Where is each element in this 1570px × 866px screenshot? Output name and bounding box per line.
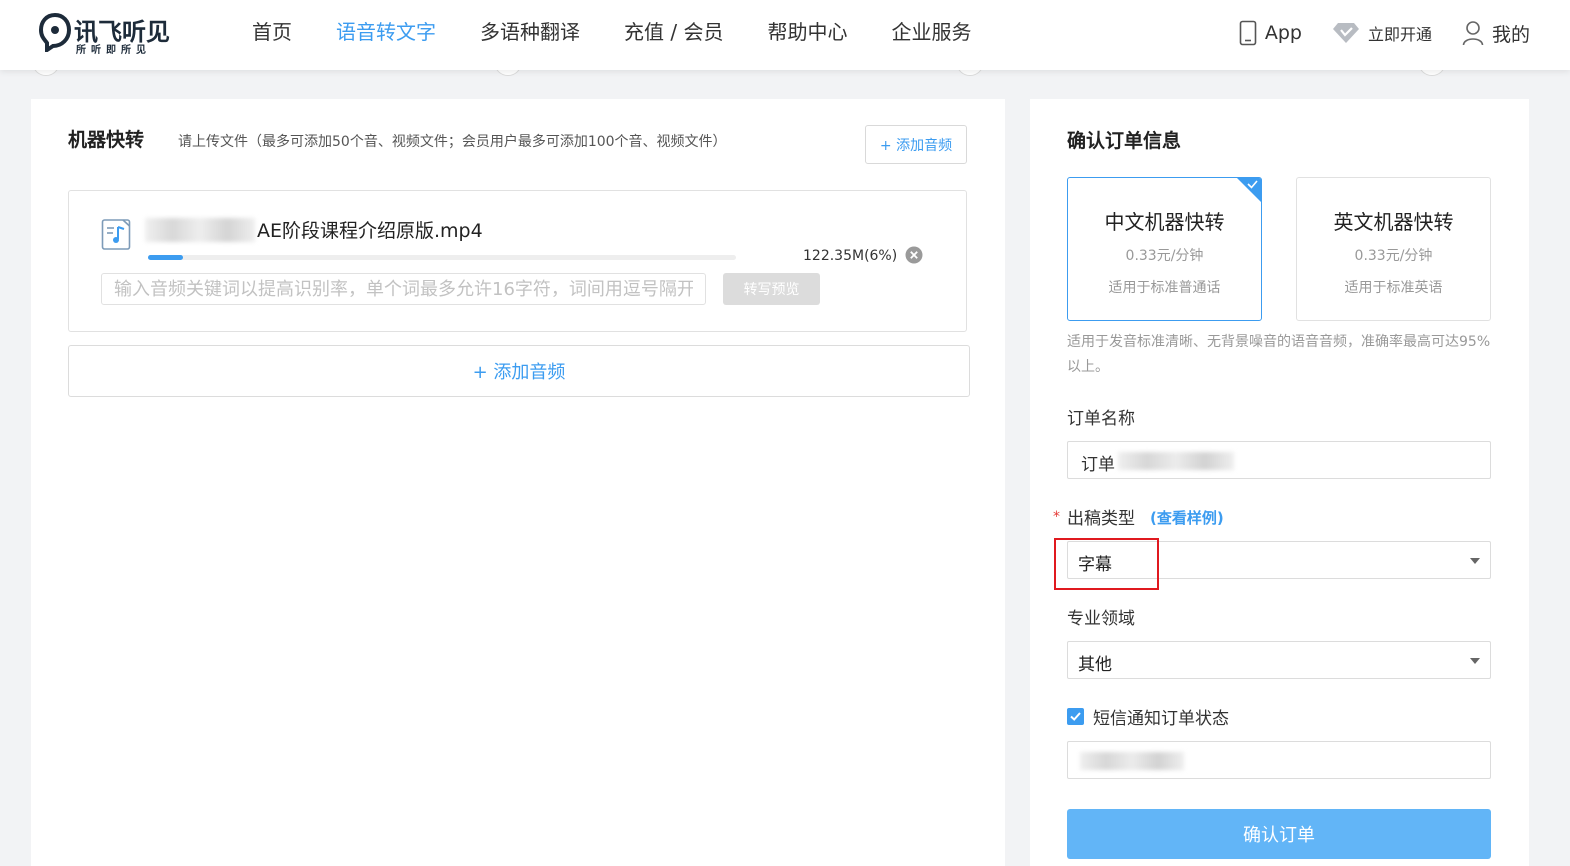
my-account-link[interactable]: 我的: [1462, 20, 1530, 47]
blurred-order-name: [1118, 452, 1234, 470]
header-actions: App 立即开通 我的: [1209, 0, 1530, 66]
output-type-label: 出稿类型: [1067, 509, 1135, 529]
vip-open-link[interactable]: 立即开通: [1332, 21, 1432, 45]
logo-slogan: 所听即所见: [76, 45, 151, 56]
diamond-icon: [1332, 23, 1359, 43]
uploaded-file-card: AE阶段课程介绍原版.mp4 122.35M(6%) 转写预览: [68, 190, 967, 332]
transcribe-preview-button[interactable]: 转写预览: [723, 273, 820, 305]
add-audio-button-top[interactable]: + 添加音频: [865, 125, 967, 164]
confirm-order-button[interactable]: 确认订单: [1067, 809, 1491, 859]
user-icon: [1462, 21, 1484, 46]
me-label: 我的: [1491, 23, 1530, 46]
main-nav: 首页 语音转文字 多语种翻译 充值 / 会员 帮助中心 企业服务: [230, 0, 993, 70]
order-title: 确认订单信息: [1067, 130, 1182, 152]
nav-recharge-membership[interactable]: 充值 / 会员: [602, 0, 745, 70]
upload-panel: 机器快转 请上传文件（最多可添加50个音、视频文件；会员用户最多可添加100个音…: [31, 99, 1005, 866]
nav-enterprise[interactable]: 企业服务: [869, 0, 993, 70]
view-sample-link[interactable]: (查看样例): [1150, 507, 1224, 528]
chevron-down-icon: [1470, 658, 1480, 664]
app-label: App: [1264, 22, 1302, 44]
domain-value: 其他: [1078, 655, 1112, 675]
domain-label: 专业领域: [1067, 609, 1135, 629]
file-size-progress: 122.35M(6%): [803, 248, 898, 264]
order-name-input[interactable]: 订单: [1067, 441, 1491, 479]
order-panel: 确认订单信息 中文机器快转 0.33元/分钟 适用于标准普通话 英文机器快转 0…: [1030, 99, 1529, 866]
nav-translation[interactable]: 多语种翻译: [458, 0, 602, 70]
service-card-chinese[interactable]: 中文机器快转 0.33元/分钟 适用于标准普通话: [1067, 177, 1262, 321]
vip-label: 立即开通: [1367, 25, 1432, 44]
nav-help-center[interactable]: 帮助中心: [745, 0, 869, 70]
app-link[interactable]: App: [1239, 20, 1302, 46]
chevron-down-icon: [1470, 558, 1480, 564]
add-audio-button-bottom[interactable]: + 添加音频: [68, 345, 970, 397]
selected-corner-check-icon: [1237, 178, 1261, 202]
nav-home[interactable]: 首页: [230, 0, 314, 70]
service-price: 0.33元/分钟: [1354, 248, 1433, 264]
top-header: 讯飞听见 所听即所见 首页 语音转文字 多语种翻译 充值 / 会员 帮助中心 企…: [0, 0, 1570, 70]
order-name-value: 订单: [1081, 455, 1115, 475]
service-name: 英文机器快转: [1333, 210, 1454, 234]
sms-notify-checkbox[interactable]: [1067, 708, 1084, 725]
blurred-file-prefix: [145, 218, 255, 242]
order-name-label: 订单名称: [1067, 409, 1135, 429]
logo[interactable]: 讯飞听见 所听即所见: [38, 10, 178, 58]
domain-select[interactable]: 其他: [1067, 641, 1491, 679]
remove-file-icon[interactable]: [905, 246, 923, 264]
phone-icon: [1239, 20, 1257, 46]
service-name: 中文机器快转: [1104, 210, 1225, 234]
output-type-value: 字幕: [1078, 555, 1112, 575]
file-name: AE阶段课程介绍原版.mp4: [257, 220, 483, 242]
phone-number-input[interactable]: [1067, 741, 1491, 779]
required-mark: *: [1053, 509, 1060, 525]
nav-speech-to-text[interactable]: 语音转文字: [314, 0, 458, 70]
service-desc: 适用于标准英语: [1344, 280, 1443, 296]
upload-progress-fill: [148, 255, 184, 260]
blurred-phone-number: [1080, 752, 1184, 770]
service-price: 0.33元/分钟: [1125, 248, 1204, 264]
logo-ear-icon: [38, 12, 72, 52]
keyword-input[interactable]: [101, 273, 706, 305]
upload-hint: 请上传文件（最多可添加50个音、视频文件；会员用户最多可添加100个音、视频文件…: [178, 134, 727, 150]
checkmark-icon: [1070, 712, 1081, 721]
service-note: 适用于发音标准清晰、无背景噪音的语音音频，准确率最高可达95% 以上。: [1067, 334, 1491, 375]
audio-file-icon: [101, 219, 131, 250]
sms-notify-label: 短信通知订单状态: [1093, 709, 1229, 729]
upload-progress-bar: [148, 255, 736, 260]
service-card-english[interactable]: 英文机器快转 0.33元/分钟 适用于标准英语: [1296, 177, 1491, 321]
output-type-select[interactable]: 字幕: [1067, 541, 1491, 579]
upload-title: 机器快转: [68, 129, 145, 151]
service-desc: 适用于标准普通话: [1108, 280, 1221, 296]
